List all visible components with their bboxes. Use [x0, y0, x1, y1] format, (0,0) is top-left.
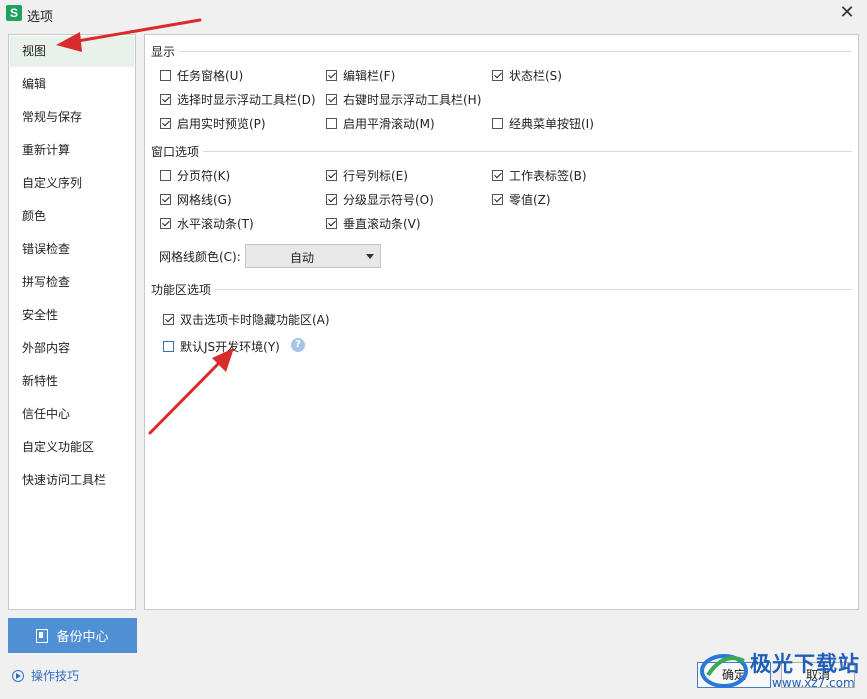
sidebar-item-color[interactable]: 颜色 [9, 200, 135, 233]
checkbox-label: 零值(Z) [509, 192, 551, 207]
sidebar-item-trust-center[interactable]: 信任中心 [9, 398, 135, 431]
checkbox-box[interactable] [163, 313, 174, 325]
checkbox-sheet-tabs[interactable]: 工作表标签(B) [492, 166, 587, 184]
section-divider [151, 51, 852, 52]
sidebar-item-view[interactable]: 视图 [10, 36, 134, 67]
backup-icon [36, 628, 49, 643]
checkbox-box[interactable] [492, 69, 503, 81]
section-divider [151, 151, 852, 152]
section-display-label: 显示 [151, 43, 180, 60]
checkbox-horizontal-scrollbar[interactable]: 水平滚动条(T) [160, 214, 254, 232]
checkbox-label: 任务窗格(U) [177, 68, 244, 83]
checkbox-label: 网格线(G) [177, 192, 232, 207]
checkbox-label: 右键时显示浮动工具栏(H) [343, 92, 482, 107]
checkbox-box[interactable] [160, 169, 171, 181]
checkbox-status-bar[interactable]: 状态栏(S) [492, 66, 562, 84]
checkbox-box[interactable] [160, 217, 171, 229]
checkbox-label: 启用平滑滚动(M) [343, 116, 435, 131]
checkbox-label: 选择时显示浮动工具栏(D) [177, 92, 316, 107]
section-divider [151, 289, 852, 290]
section-ribbon-options: 功能区选项 [151, 281, 852, 298]
section-window-options: 窗口选项 [151, 143, 852, 160]
checkbox-label: 默认JS开发环境(Y) [180, 339, 280, 354]
cancel-button[interactable]: 取消 [781, 662, 855, 688]
title-bar: S 选项 ✕ [0, 0, 867, 28]
backup-center-button[interactable]: 备份中心 [8, 618, 137, 653]
checkbox-floating-toolbar-rightclick[interactable]: 右键时显示浮动工具栏(H) [326, 90, 481, 108]
checkbox-label: 状态栏(S) [509, 68, 562, 83]
checkbox-label: 分页符(K) [177, 168, 231, 183]
sidebar-item-customize-ribbon[interactable]: 自定义功能区 [9, 431, 135, 464]
checkbox-hide-ribbon-dblclick[interactable]: 双击选项卡时隐藏功能区(A) [163, 310, 330, 328]
section-window-options-label: 窗口选项 [151, 143, 204, 160]
gridline-color-select[interactable]: 自动 [245, 244, 381, 268]
checkbox-box[interactable] [326, 117, 337, 129]
checkbox-floating-toolbar-select[interactable]: 选择时显示浮动工具栏(D) [160, 90, 316, 108]
gridline-color-value: 自动 [289, 251, 314, 265]
tips-label: 操作技巧 [31, 669, 80, 683]
checkbox-label: 双击选项卡时隐藏功能区(A) [180, 312, 330, 327]
app-logo-icon: S [6, 5, 22, 21]
sidebar-item-general-save[interactable]: 常规与保存 [9, 101, 135, 134]
dropdown-arrow-icon [366, 254, 374, 259]
checkbox-page-break[interactable]: 分页符(K) [160, 166, 230, 184]
tips-link[interactable]: 操作技巧 [12, 667, 79, 684]
section-ribbon-options-label: 功能区选项 [151, 281, 216, 298]
checkbox-task-pane[interactable]: 任务窗格(U) [160, 66, 243, 84]
sidebar-item-security[interactable]: 安全性 [9, 299, 135, 332]
backup-center-label: 备份中心 [56, 630, 109, 645]
checkbox-row-col-headers[interactable]: 行号列标(E) [326, 166, 408, 184]
checkbox-default-js-env[interactable]: 默认JS开发环境(Y) [163, 337, 280, 355]
checkbox-box[interactable] [326, 217, 337, 229]
sidebar-item-edit[interactable]: 编辑 [9, 68, 135, 101]
checkbox-box[interactable] [160, 69, 171, 81]
checkbox-label: 经典菜单按钮(I) [509, 116, 594, 131]
checkbox-box[interactable] [326, 193, 337, 205]
sidebar-item-external-content[interactable]: 外部内容 [9, 332, 135, 365]
checkbox-gridlines[interactable]: 网格线(G) [160, 190, 232, 208]
ok-button[interactable]: 确定 [697, 662, 771, 688]
checkbox-box[interactable] [326, 93, 337, 105]
checkbox-box[interactable] [160, 93, 171, 105]
help-icon[interactable]: ? [291, 338, 305, 352]
checkbox-label: 编辑栏(F) [343, 68, 396, 83]
checkbox-live-preview[interactable]: 启用实时预览(P) [160, 114, 266, 132]
checkbox-box[interactable] [492, 169, 503, 181]
options-sidebar: 视图 编辑 常规与保存 重新计算 自定义序列 颜色 错误检查 拼写检查 安全性 … [8, 34, 136, 610]
checkbox-formula-bar[interactable]: 编辑栏(F) [326, 66, 395, 84]
checkbox-smooth-scroll[interactable]: 启用平滑滚动(M) [326, 114, 435, 132]
window-title: 选项 [27, 10, 54, 25]
checkbox-zero-values[interactable]: 零值(Z) [492, 190, 551, 208]
options-content-panel: 显示 任务窗格(U) 编辑栏(F) 状态栏(S) 选择时显示浮动工具栏(D) 右… [144, 34, 859, 610]
checkbox-label: 工作表标签(B) [509, 168, 587, 183]
checkbox-box[interactable] [160, 117, 171, 129]
checkbox-box[interactable] [326, 69, 337, 81]
checkbox-label: 分级显示符号(O) [343, 192, 434, 207]
sidebar-item-quick-access-toolbar[interactable]: 快速访问工具栏 [9, 464, 135, 497]
checkbox-label: 行号列标(E) [343, 168, 408, 183]
checkbox-box[interactable] [163, 340, 174, 352]
sidebar-item-recalculate[interactable]: 重新计算 [9, 134, 135, 167]
section-display: 显示 [151, 43, 852, 60]
checkbox-vertical-scrollbar[interactable]: 垂直滚动条(V) [326, 214, 421, 232]
checkbox-classic-menu[interactable]: 经典菜单按钮(I) [492, 114, 594, 132]
checkbox-box[interactable] [492, 193, 503, 205]
checkbox-box[interactable] [492, 117, 503, 129]
checkbox-box[interactable] [160, 193, 171, 205]
checkbox-label: 启用实时预览(P) [177, 116, 266, 131]
checkbox-box[interactable] [326, 169, 337, 181]
sidebar-item-spell-check[interactable]: 拼写检查 [9, 266, 135, 299]
sidebar-item-custom-list[interactable]: 自定义序列 [9, 167, 135, 200]
sidebar-item-error-check[interactable]: 错误检查 [9, 233, 135, 266]
checkbox-label: 水平滚动条(T) [177, 216, 254, 231]
checkbox-label: 垂直滚动条(V) [343, 216, 421, 231]
close-button[interactable]: ✕ [827, 0, 867, 28]
sidebar-item-new-features[interactable]: 新特性 [9, 365, 135, 398]
gridline-color-label: 网格线颜色(C): [159, 250, 241, 264]
play-circle-icon [12, 669, 24, 682]
checkbox-outline-symbols[interactable]: 分级显示符号(O) [326, 190, 434, 208]
